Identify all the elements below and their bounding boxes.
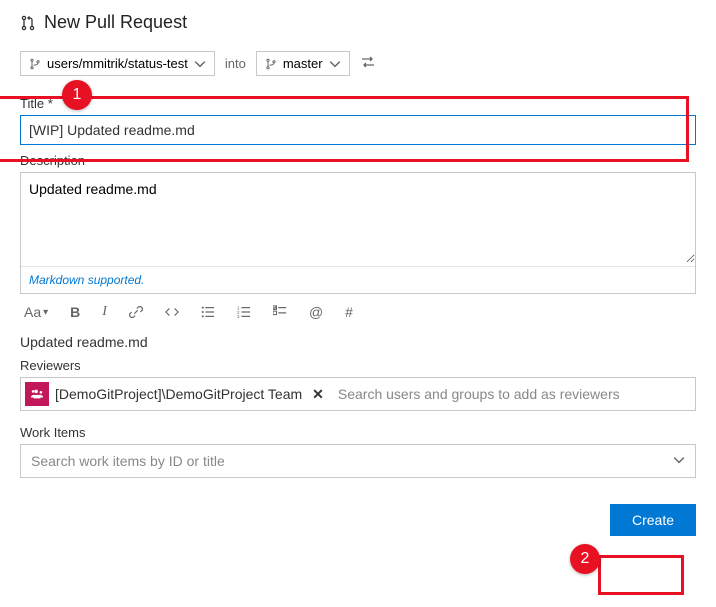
work-items-placeholder: Search work items by ID or title [31,453,225,469]
markdown-supported-link[interactable]: Markdown supported. [29,273,144,287]
target-branch-dropdown[interactable]: master [256,51,350,76]
page-title: New Pull Request [44,12,187,33]
description-textarea[interactable] [21,173,695,263]
work-items-label: Work Items [20,425,696,440]
branch-icon [265,58,277,70]
svg-text:3: 3 [237,314,240,319]
chevron-down-icon [329,58,341,70]
source-branch-label: users/mmitrik/status-test [47,56,188,71]
annotation-highlight-2 [598,555,684,595]
work-items-dropdown[interactable]: Search work items by ID or title [20,444,696,478]
link-button[interactable] [129,305,143,319]
bold-button[interactable]: B [70,304,80,320]
formatting-toolbar: Aa▾ B I 123 @ # [20,294,696,330]
team-avatar-icon [25,382,49,406]
branch-icon [29,58,41,70]
title-label: Title [20,96,44,111]
annotation-number-2: 2 [570,544,600,574]
remove-reviewer-button[interactable]: ✕ [308,386,328,403]
reviewers-label: Reviewers [20,358,696,373]
hashtag-button[interactable]: # [345,304,353,320]
required-mark: * [48,96,53,111]
reviewers-search-input[interactable] [334,382,691,406]
swap-branches-button[interactable] [360,55,376,72]
source-branch-dropdown[interactable]: users/mmitrik/status-test [20,51,215,76]
pull-request-icon [20,15,36,31]
italic-button[interactable]: I [102,304,107,320]
checklist-button[interactable] [273,305,287,319]
code-button[interactable] [165,305,179,319]
description-preview: Updated readme.md [20,334,696,350]
description-label: Description [20,153,696,168]
chevron-down-icon [673,454,685,469]
numbered-list-button[interactable]: 123 [237,305,251,319]
font-size-dropdown[interactable]: Aa▾ [24,304,48,320]
target-branch-label: master [283,56,323,71]
create-button[interactable]: Create [610,504,696,536]
into-label: into [225,56,246,71]
reviewer-chip-label: [DemoGitProject]\DemoGitProject Team [55,386,302,402]
annotation-number-1: 1 [62,80,92,110]
mention-button[interactable]: @ [309,304,323,320]
bullet-list-button[interactable] [201,305,215,319]
reviewer-chip: [DemoGitProject]\DemoGitProject Team ✕ [25,382,328,406]
chevron-down-icon [194,58,206,70]
reviewers-input-container[interactable]: [DemoGitProject]\DemoGitProject Team ✕ [20,377,696,411]
title-input[interactable] [20,115,696,145]
